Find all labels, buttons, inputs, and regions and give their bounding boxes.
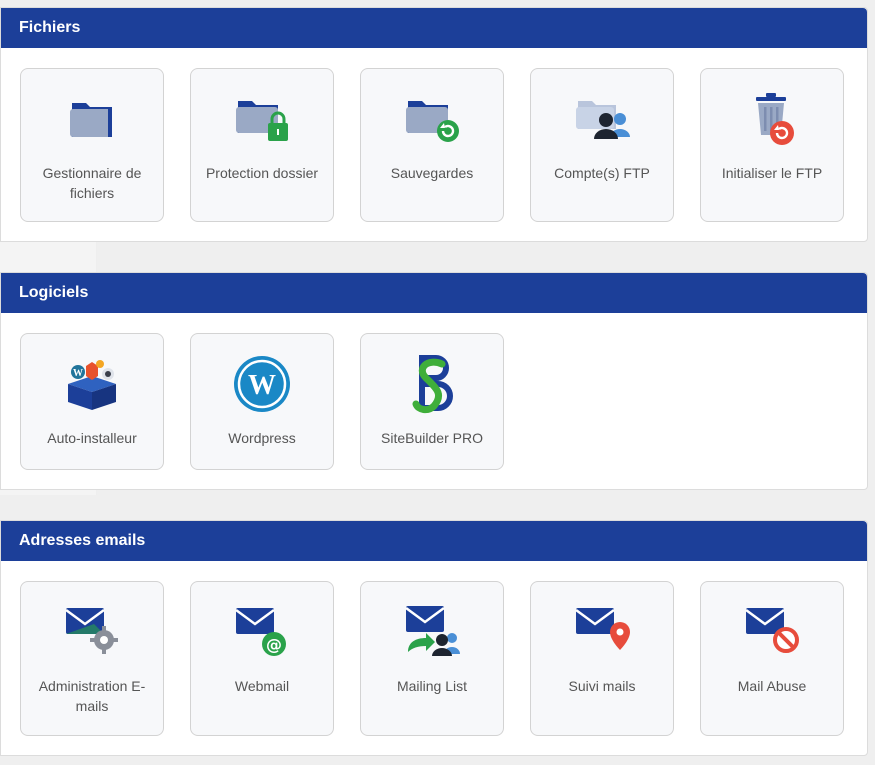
trash-reset-icon [742,89,802,149]
sitebuilder-icon [402,354,462,414]
folder-users-icon [572,89,632,149]
ftp-reset-tile[interactable]: Initialiser le FTP [700,68,844,222]
emails-panel: Adresses emails Administration E-mails @… [0,520,868,756]
tile-label: Wordpress [228,430,296,446]
tile-label: Compte(s) FTP [554,165,650,181]
file-manager-tile[interactable]: Gestionnaire de fichiers [20,68,164,222]
folder-icon [62,89,122,149]
folder-lock-icon [232,89,292,149]
mailing-list-tile[interactable]: Mailing List [360,581,504,736]
software-panel: Logiciels W Auto-installeur W Wordpress … [0,272,868,490]
svg-text:@: @ [266,635,282,654]
tile-label: Suivi mails [568,678,636,694]
mail-at-icon: @ [232,602,292,662]
files-panel-title: Fichiers [1,8,867,48]
mail-settings-icon [62,602,122,662]
tile-label: Mailing List [396,678,468,694]
folder-protection-tile[interactable]: Protection dossier [190,68,334,222]
tile-label: Gestionnaire de fichiers [42,165,142,201]
mail-forward-users-icon [402,602,462,662]
ftp-accounts-tile[interactable]: Compte(s) FTP [530,68,674,222]
folder-backup-icon [402,89,462,149]
tile-label: Administration E-mails [38,678,146,714]
files-panel: Fichiers Gestionnaire de fichiers Protec… [0,7,868,242]
webmail-tile[interactable]: @ Webmail [190,581,334,736]
tile-label: Mail Abuse [737,678,807,694]
tile-label: Initialiser le FTP [721,165,823,181]
svg-text:W: W [73,368,83,379]
wordpress-tile[interactable]: W Wordpress [190,333,334,470]
sitebuilder-tile[interactable]: SiteBuilder PRO [360,333,504,470]
email-admin-tile[interactable]: Administration E-mails [20,581,164,736]
tile-label: Sauvegardes [390,165,474,181]
auto-installer-tile[interactable]: W Auto-installeur [20,333,164,470]
tile-label: Auto-installeur [47,430,137,446]
mail-blocked-icon [742,602,802,662]
emails-panel-title: Adresses emails [1,521,867,561]
backups-tile[interactable]: Sauvegardes [360,68,504,222]
tile-label: SiteBuilder PRO [381,430,483,446]
installer-box-icon: W [62,354,122,414]
software-panel-title: Logiciels [1,273,867,313]
mail-location-icon [572,602,632,662]
tile-label: Protection dossier [205,165,319,181]
wordpress-icon: W [232,354,292,414]
tile-label: Webmail [234,678,290,694]
mail-abuse-tile[interactable]: Mail Abuse [700,581,844,736]
mail-tracking-tile[interactable]: Suivi mails [530,581,674,736]
svg-text:W: W [248,370,276,401]
